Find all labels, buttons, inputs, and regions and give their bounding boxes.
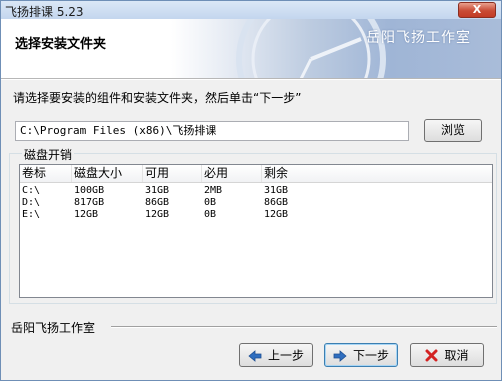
header-divider bbox=[1, 79, 501, 80]
disk-space-label: 磁盘开销 bbox=[22, 146, 75, 163]
cell-size: 100GB bbox=[74, 185, 105, 196]
column-header-required[interactable]: 必用 bbox=[202, 165, 262, 182]
cross-icon bbox=[425, 349, 438, 362]
next-button[interactable]: 下一步 bbox=[324, 343, 398, 367]
cancel-label: 取消 bbox=[444, 348, 469, 363]
cell-size: 12GB bbox=[74, 209, 99, 220]
back-button[interactable]: 上一步 bbox=[239, 343, 313, 367]
wizard-header: 选择安装文件夹 岳阳飞扬工作室 bbox=[1, 19, 501, 79]
back-label: 上一步 bbox=[267, 348, 304, 363]
cell-remaining: 12GB bbox=[264, 209, 289, 220]
installer-window: 飞扬排课 5.23 X 选择安装文件夹 岳阳飞扬工作室 请选择要安装的组件和安装… bbox=[0, 0, 502, 381]
cancel-button[interactable]: 取消 bbox=[410, 343, 484, 367]
cell-required: 2MB bbox=[204, 185, 223, 196]
disk-space-group: 磁盘开销 卷标 磁盘大小 可用 必用 剩余 C:\ 100GB 31GB 2MB… bbox=[9, 146, 497, 304]
install-path-input[interactable]: C:\Program Files (x86)\飞扬排课 bbox=[15, 121, 409, 141]
cell-size: 817GB bbox=[74, 197, 105, 208]
disk-space-list[interactable]: 卷标 磁盘大小 可用 必用 剩余 C:\ 100GB 31GB 2MB 31GB… bbox=[19, 164, 493, 298]
close-icon: X bbox=[472, 3, 482, 16]
right-arrow-icon bbox=[333, 349, 347, 362]
table-row[interactable]: E:\ 12GB 12GB 0B 12GB bbox=[20, 209, 492, 221]
instruction-text: 请选择要安装的组件和安装文件夹，然后单击“下一步” bbox=[13, 91, 302, 105]
cell-required: 0B bbox=[204, 209, 217, 220]
cell-volume: D:\ bbox=[22, 197, 41, 208]
left-arrow-icon bbox=[248, 349, 262, 362]
cell-remaining: 86GB bbox=[264, 197, 289, 208]
footer-brand: 岳阳飞扬工作室 bbox=[11, 321, 96, 335]
close-button[interactable]: X bbox=[458, 2, 496, 18]
next-label: 下一步 bbox=[352, 348, 389, 363]
column-header-remaining[interactable]: 剩余 bbox=[262, 165, 492, 182]
column-header-available[interactable]: 可用 bbox=[143, 165, 202, 182]
cell-available: 86GB bbox=[145, 197, 170, 208]
page-title: 选择安装文件夹 bbox=[15, 37, 107, 52]
cell-available: 12GB bbox=[145, 209, 170, 220]
list-header: 卷标 磁盘大小 可用 必用 剩余 bbox=[20, 165, 492, 183]
footer-divider bbox=[111, 326, 497, 328]
cell-available: 31GB bbox=[145, 185, 170, 196]
title-bar[interactable]: 飞扬排课 5.23 X bbox=[1, 1, 501, 20]
column-header-size[interactable]: 磁盘大小 bbox=[72, 165, 143, 182]
window-title: 飞扬排课 5.23 bbox=[5, 5, 84, 19]
column-header-volume[interactable]: 卷标 bbox=[20, 165, 72, 182]
cell-volume: E:\ bbox=[22, 209, 41, 220]
table-row[interactable]: C:\ 100GB 31GB 2MB 31GB bbox=[20, 185, 492, 197]
table-row[interactable]: D:\ 817GB 86GB 0B 86GB bbox=[20, 197, 492, 209]
cell-remaining: 31GB bbox=[264, 185, 289, 196]
header-brand: 岳阳飞扬工作室 bbox=[366, 30, 471, 46]
cell-required: 0B bbox=[204, 197, 217, 208]
browse-button[interactable]: 浏览 bbox=[424, 119, 482, 142]
cell-volume: C:\ bbox=[22, 185, 41, 196]
